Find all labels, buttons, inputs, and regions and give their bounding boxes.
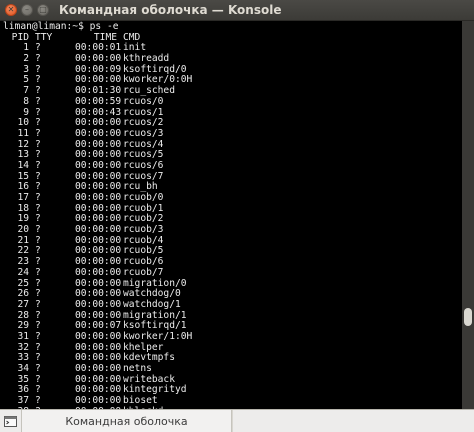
table-row: 19? 00:00:00 rcuob/2 [3,214,462,225]
table-row: 36? 00:00:00 kintegrityd [3,385,462,396]
table-row: 7? 00:01:30 rcu_sched [3,85,462,97]
cell-cmd: rcuos/0 [123,95,164,107]
table-row: 18? 00:00:00 rcuob/1 [3,203,462,215]
table-row: 21? 00:00:00 rcuob/4 [3,235,462,247]
window-titlebar[interactable]: ✕ – □ Командная оболочка — Konsole [0,0,474,21]
process-list: 1? 00:00:01 init 2? 00:00:00 kthreadd 3? 00:00:… [3,43,462,409]
cell-pid: 8 [23,95,29,107]
cell-tty: ? [35,266,41,278]
tab-bar-empty-area [232,410,474,432]
cell-pid: 24 [17,266,29,278]
table-row: 27? 00:00:00 watchdog/1 [3,298,462,311]
table-row: 22? 00:00:00 rcuob/5 [3,246,462,257]
command-prompt: liman@liman:~$ ps -e [3,21,119,32]
vertical-scrollbar[interactable] [462,21,474,409]
cell-tty: ? [35,298,41,310]
table-row: 35? 00:00:00 writeback [3,374,462,386]
tab-label: Командная оболочка [65,414,188,428]
table-row: 2? 00:00:00 kthreadd [3,53,462,65]
minimize-icon[interactable]: – [21,4,33,16]
window-controls: ✕ – □ [0,4,49,16]
table-row: 32? 00:00:00 khelper [3,342,462,354]
cell-cmd: rcuos/3 [123,127,164,139]
table-row: 16? 00:00:00 rcu_bh [3,182,462,193]
table-row: 31? 00:00:00 kworker/1:0H [3,331,462,343]
tab-shell[interactable]: Командная оболочка [22,410,232,432]
table-row: 34? 00:00:00 netns [3,363,462,375]
window-title: Командная оболочка — Konsole [59,3,282,17]
scrollbar-thumb[interactable] [464,308,472,326]
table-row: 23? 00:00:00 rcuob/6 [3,256,462,268]
table-row: 15? 00:00:00 rcuos/7 [3,171,462,183]
table-row: 28? 00:00:00 migration/1 [3,310,462,322]
close-icon[interactable]: ✕ [5,4,17,16]
table-row: 24? 00:00:00 rcuob/7 [3,266,462,279]
cell-time: 00:00:00 [75,298,122,310]
cell-time: 00:00:00 [75,127,122,139]
maximize-icon[interactable]: □ [37,4,49,16]
table-row: 3? 00:00:09 ksoftirqd/0 [3,64,462,76]
cell-cmd: watchdog/1 [123,298,181,310]
table-row: 33? 00:00:00 kdevtmpfs [3,353,462,364]
cell-tty: ? [35,95,41,107]
cell-cmd: rcuob/7 [123,266,164,278]
table-row: 29? 00:00:07 ksoftirqd/1 [3,321,462,332]
table-row: 13? 00:00:00 rcuos/5 [3,150,462,161]
table-header: PID TTY TIME CMD [3,32,462,44]
table-row: 1? 00:00:01 init [3,43,462,54]
cell-time: 00:00:00 [75,266,122,278]
new-tab-icon[interactable] [0,410,22,432]
cell-time: 00:00:59 [75,95,122,107]
table-row: 26? 00:00:00 watchdog/0 [3,288,462,300]
table-row: 25? 00:00:00 migration/0 [3,278,462,290]
table-row: 9? 00:00:43 rcuos/1 [3,107,462,119]
tab-bar: Командная оболочка [0,409,474,432]
cell-pid: 27 [17,298,29,310]
terminal-output[interactable]: liman@liman:~$ ps -e PID TTY TIME CMD 1?… [0,21,462,409]
table-row: 12? 00:00:00 rcuos/4 [3,139,462,151]
cell-pid: 11 [17,127,29,139]
table-row: 11? 00:00:00 rcuos/3 [3,127,462,140]
table-row: 5? 00:00:00 kworker/0:0H [3,75,462,86]
table-row: 8? 00:00:59 rcuos/0 [3,95,462,108]
table-row: 20? 00:00:00 rcuob/3 [3,224,462,236]
table-row: 17? 00:00:00 rcuob/0 [3,192,462,204]
cell-tty: ? [35,127,41,139]
table-row: 14? 00:00:00 rcuos/6 [3,160,462,172]
table-row: 10? 00:00:00 rcuos/2 [3,117,462,129]
table-row: 37? 00:00:00 bioset [3,395,462,407]
